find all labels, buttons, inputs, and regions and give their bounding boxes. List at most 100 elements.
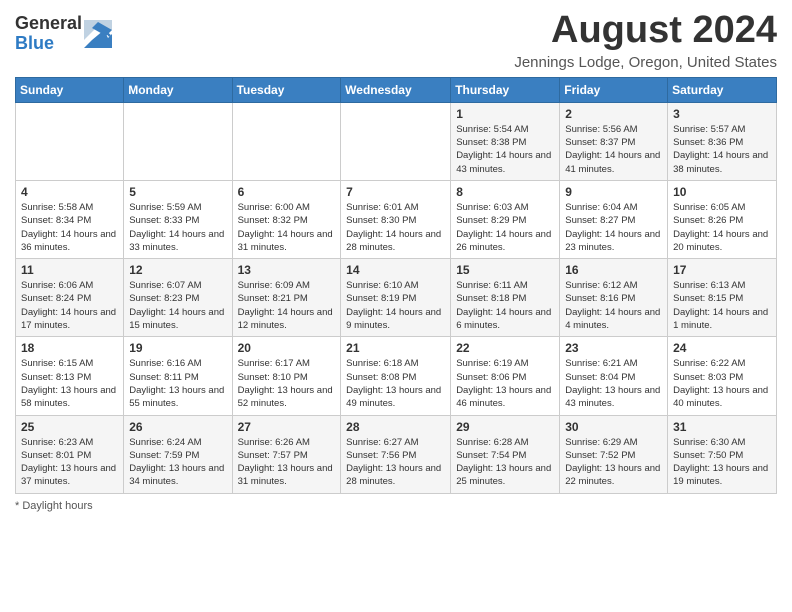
main-title: August 2024 [514, 10, 777, 52]
day-number: 26 [129, 420, 226, 434]
day-number: 2 [565, 107, 662, 121]
day-info: Sunrise: 6:24 AM Sunset: 7:59 PM Dayligh… [129, 436, 226, 489]
calendar-cell [124, 102, 232, 180]
col-header-wednesday: Wednesday [341, 77, 451, 102]
calendar-cell: 28Sunrise: 6:27 AM Sunset: 7:56 PM Dayli… [341, 415, 451, 493]
calendar-cell: 14 Sunrise: 6:10 AM Sunset: 8:19 PM Dayli… [341, 259, 451, 337]
calendar-cell: 27 Sunrise: 6:26 AM Sunset: 7:57 PM Dayli… [232, 415, 341, 493]
day-info: Sunrise: 6:03 AM Sunset: 8:29 PM Dayligh… [456, 201, 554, 254]
col-header-thursday: Thursday [451, 77, 560, 102]
day-number: 6 [238, 185, 336, 199]
day-number: 16 [565, 263, 662, 277]
day-number: 1 [456, 107, 554, 121]
day-number: 14 [346, 263, 445, 277]
col-header-sunday: Sunday [16, 77, 124, 102]
calendar-cell: 25 Sunrise: 6:23 AM Sunset: 8:01 PM Dayli… [16, 415, 124, 493]
calendar-week-row: 25 Sunrise: 6:23 AM Sunset: 8:01 PM Dayli… [16, 415, 777, 493]
day-info: Sunrise: 6:17 AM Sunset: 8:10 PM Dayligh… [238, 357, 336, 410]
day-number: 24 [673, 341, 771, 355]
day-number: 23 [565, 341, 662, 355]
calendar-cell: 3 Sunrise: 5:57 AM Sunset: 8:36 PM Daylig… [668, 102, 777, 180]
header: General Blue August 2024 Jennings Lodge,… [15, 10, 777, 71]
day-info: Sunrise: 6:19 AM Sunset: 8:06 PM Dayligh… [456, 357, 554, 410]
day-info: Sunrise: 5:57 AM Sunset: 8:36 PM Dayligh… [673, 123, 771, 176]
day-number: 4 [21, 185, 118, 199]
day-info: Sunrise: 6:05 AM Sunset: 8:26 PM Dayligh… [673, 201, 771, 254]
footer-note: * Daylight hours [15, 500, 777, 512]
calendar-cell: 1Sunrise: 5:54 AM Sunset: 8:38 PM Daylig… [451, 102, 560, 180]
calendar-cell [16, 102, 124, 180]
day-info: Sunrise: 5:59 AM Sunset: 8:33 PM Dayligh… [129, 201, 226, 254]
day-number: 10 [673, 185, 771, 199]
calendar-cell: 9Sunrise: 6:04 AM Sunset: 8:27 PM Daylig… [560, 180, 668, 258]
calendar-cell: 22Sunrise: 6:19 AM Sunset: 8:06 PM Dayli… [451, 337, 560, 415]
day-number: 31 [673, 420, 771, 434]
day-info: Sunrise: 5:58 AM Sunset: 8:34 PM Dayligh… [21, 201, 118, 254]
calendar-cell: 29Sunrise: 6:28 AM Sunset: 7:54 PM Dayli… [451, 415, 560, 493]
day-number: 15 [456, 263, 554, 277]
logo-blue-text: Blue [15, 33, 54, 53]
day-number: 18 [21, 341, 118, 355]
calendar-cell: 24 Sunrise: 6:22 AM Sunset: 8:03 PM Dayli… [668, 337, 777, 415]
calendar-cell: 16 Sunrise: 6:12 AM Sunset: 8:16 PM Dayli… [560, 259, 668, 337]
calendar-week-row: 18 Sunrise: 6:15 AM Sunset: 8:13 PM Dayli… [16, 337, 777, 415]
calendar-cell: 6 Sunrise: 6:00 AM Sunset: 8:32 PM Daylig… [232, 180, 341, 258]
calendar-cell: 10 Sunrise: 6:05 AM Sunset: 8:26 PM Dayli… [668, 180, 777, 258]
logo-icon [84, 20, 112, 48]
day-info: Sunrise: 6:30 AM Sunset: 7:50 PM Dayligh… [673, 436, 771, 489]
calendar-cell: 20 Sunrise: 6:17 AM Sunset: 8:10 PM Dayli… [232, 337, 341, 415]
calendar-cell: 23 Sunrise: 6:21 AM Sunset: 8:04 PM Dayli… [560, 337, 668, 415]
day-info: Sunrise: 6:00 AM Sunset: 8:32 PM Dayligh… [238, 201, 336, 254]
day-number: 25 [21, 420, 118, 434]
calendar-week-row: 4 Sunrise: 5:58 AM Sunset: 8:34 PM Daylig… [16, 180, 777, 258]
calendar-cell: 2 Sunrise: 5:56 AM Sunset: 8:37 PM Daylig… [560, 102, 668, 180]
col-header-monday: Monday [124, 77, 232, 102]
day-info: Sunrise: 5:56 AM Sunset: 8:37 PM Dayligh… [565, 123, 662, 176]
day-info: Sunrise: 6:28 AM Sunset: 7:54 PM Dayligh… [456, 436, 554, 489]
col-header-friday: Friday [560, 77, 668, 102]
day-info: Sunrise: 6:26 AM Sunset: 7:57 PM Dayligh… [238, 436, 336, 489]
day-info: Sunrise: 6:15 AM Sunset: 8:13 PM Dayligh… [21, 357, 118, 410]
day-info: Sunrise: 6:13 AM Sunset: 8:15 PM Dayligh… [673, 279, 771, 332]
day-number: 5 [129, 185, 226, 199]
day-info: Sunrise: 6:22 AM Sunset: 8:03 PM Dayligh… [673, 357, 771, 410]
day-info: Sunrise: 6:09 AM Sunset: 8:21 PM Dayligh… [238, 279, 336, 332]
daylight-hours-label: Daylight hours [22, 500, 92, 512]
day-info: Sunrise: 6:06 AM Sunset: 8:24 PM Dayligh… [21, 279, 118, 332]
calendar-cell: 30 Sunrise: 6:29 AM Sunset: 7:52 PM Dayli… [560, 415, 668, 493]
calendar-cell: 4 Sunrise: 5:58 AM Sunset: 8:34 PM Daylig… [16, 180, 124, 258]
day-info: Sunrise: 6:29 AM Sunset: 7:52 PM Dayligh… [565, 436, 662, 489]
day-number: 27 [238, 420, 336, 434]
day-number: 3 [673, 107, 771, 121]
col-header-saturday: Saturday [668, 77, 777, 102]
logo: General Blue [15, 14, 112, 54]
day-info: Sunrise: 6:12 AM Sunset: 8:16 PM Dayligh… [565, 279, 662, 332]
day-info: Sunrise: 6:01 AM Sunset: 8:30 PM Dayligh… [346, 201, 445, 254]
calendar-week-row: 11Sunrise: 6:06 AM Sunset: 8:24 PM Dayli… [16, 259, 777, 337]
calendar-cell: 8Sunrise: 6:03 AM Sunset: 8:29 PM Daylig… [451, 180, 560, 258]
day-number: 17 [673, 263, 771, 277]
calendar-header-row: SundayMondayTuesdayWednesdayThursdayFrid… [16, 77, 777, 102]
day-info: Sunrise: 6:21 AM Sunset: 8:04 PM Dayligh… [565, 357, 662, 410]
calendar-cell: 15 Sunrise: 6:11 AM Sunset: 8:18 PM Dayli… [451, 259, 560, 337]
calendar-cell: 12Sunrise: 6:07 AM Sunset: 8:23 PM Dayli… [124, 259, 232, 337]
calendar-cell: 17 Sunrise: 6:13 AM Sunset: 8:15 PM Dayli… [668, 259, 777, 337]
day-number: 30 [565, 420, 662, 434]
calendar-cell: 18 Sunrise: 6:15 AM Sunset: 8:13 PM Dayli… [16, 337, 124, 415]
day-number: 20 [238, 341, 336, 355]
calendar-cell: 21 Sunrise: 6:18 AM Sunset: 8:08 PM Dayli… [341, 337, 451, 415]
day-info: Sunrise: 6:10 AM Sunset: 8:19 PM Dayligh… [346, 279, 445, 332]
day-info: Sunrise: 6:16 AM Sunset: 8:11 PM Dayligh… [129, 357, 226, 410]
day-number: 9 [565, 185, 662, 199]
day-info: Sunrise: 6:18 AM Sunset: 8:08 PM Dayligh… [346, 357, 445, 410]
col-header-tuesday: Tuesday [232, 77, 341, 102]
calendar-cell [232, 102, 341, 180]
day-number: 21 [346, 341, 445, 355]
calendar-table: SundayMondayTuesdayWednesdayThursdayFrid… [15, 77, 777, 494]
day-info: Sunrise: 6:23 AM Sunset: 8:01 PM Dayligh… [21, 436, 118, 489]
day-info: Sunrise: 6:11 AM Sunset: 8:18 PM Dayligh… [456, 279, 554, 332]
calendar-cell: 11Sunrise: 6:06 AM Sunset: 8:24 PM Dayli… [16, 259, 124, 337]
calendar-cell: 26 Sunrise: 6:24 AM Sunset: 7:59 PM Dayli… [124, 415, 232, 493]
subtitle: Jennings Lodge, Oregon, United States [514, 54, 777, 71]
calendar-cell: 19Sunrise: 6:16 AM Sunset: 8:11 PM Dayli… [124, 337, 232, 415]
